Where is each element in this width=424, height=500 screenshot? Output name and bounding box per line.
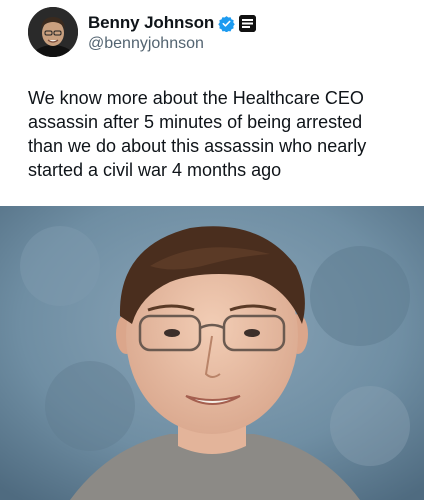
tweet-text: We know more about the Healthcare CEO as… (28, 88, 367, 180)
tweet-photo[interactable] (0, 206, 424, 500)
handle[interactable]: @bennyjohnson (88, 35, 204, 53)
name-row: Benny Johnson (88, 13, 257, 33)
tweet-card: Benny Johnson @bennyjohnson We know more… (0, 0, 424, 500)
tweet-header: Benny Johnson @bennyjohnson (28, 4, 408, 64)
affiliate-badge-icon (239, 14, 257, 32)
verified-badge-icon (218, 15, 235, 32)
display-name[interactable]: Benny Johnson (88, 13, 214, 33)
avatar[interactable] (28, 7, 78, 57)
